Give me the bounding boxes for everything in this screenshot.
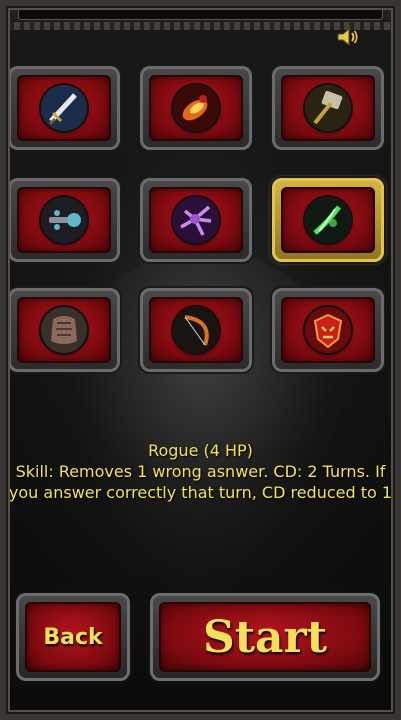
top-bar-slot bbox=[18, 4, 383, 20]
purple-claw-icon bbox=[173, 197, 219, 243]
class-tile-bow[interactable] bbox=[140, 288, 252, 372]
class-name: Rogue (4 HP) bbox=[148, 441, 253, 460]
class-tile-horde[interactable] bbox=[272, 288, 384, 372]
armor-icon bbox=[41, 307, 87, 353]
class-tile-hammer[interactable] bbox=[272, 66, 384, 150]
class-tile-mace[interactable] bbox=[8, 178, 120, 262]
class-tile-armor[interactable] bbox=[8, 288, 120, 372]
bow-icon bbox=[173, 307, 219, 353]
sword-icon bbox=[41, 85, 87, 131]
back-button-label: Back bbox=[25, 602, 121, 672]
spiked-mace-icon bbox=[41, 197, 87, 243]
start-button[interactable]: Start bbox=[150, 593, 380, 681]
class-tile-rogue[interactable] bbox=[272, 178, 384, 262]
class-tile-sword[interactable] bbox=[8, 66, 120, 150]
class-tile-claw[interactable] bbox=[140, 178, 252, 262]
speaker-icon[interactable] bbox=[336, 28, 360, 46]
class-select-screen: Rogue (4 HP) Skill: Removes 1 wrong asnw… bbox=[0, 0, 401, 720]
back-button[interactable]: Back bbox=[16, 593, 130, 681]
class-skill-description: Skill: Removes 1 wrong asnwer. CD: 2 Tur… bbox=[8, 462, 393, 502]
hammer-icon bbox=[305, 85, 351, 131]
horde-emblem-icon bbox=[305, 307, 351, 353]
flaming-fist-icon bbox=[173, 85, 219, 131]
class-info-panel: Rogue (4 HP) Skill: Removes 1 wrong asnw… bbox=[0, 440, 401, 503]
green-dagger-icon bbox=[305, 197, 351, 243]
start-button-label: Start bbox=[159, 602, 371, 672]
class-tile-fist[interactable] bbox=[140, 66, 252, 150]
